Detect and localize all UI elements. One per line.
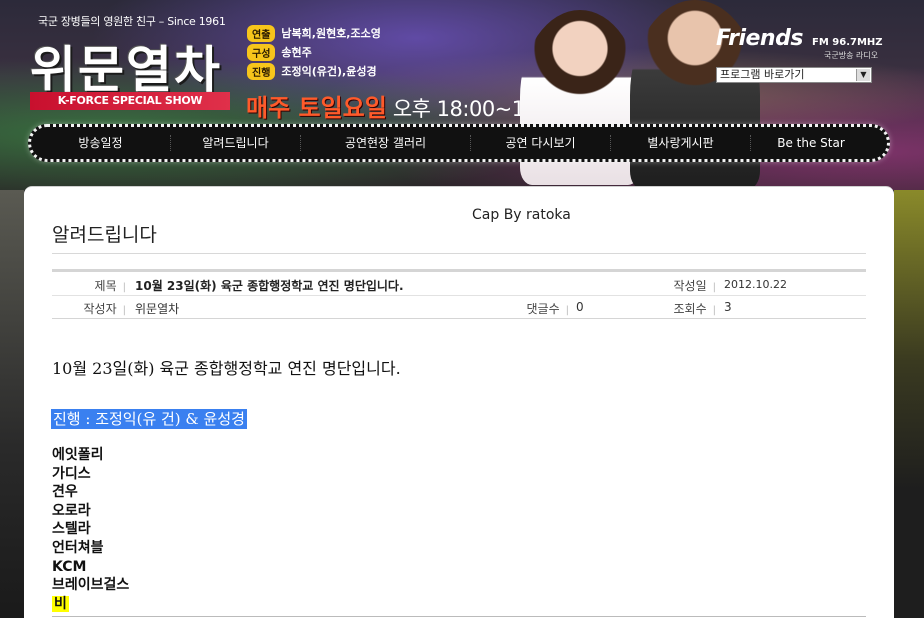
- subject-label: 제목: [80, 277, 126, 294]
- list-item: 오로라: [52, 502, 91, 519]
- divider: [52, 318, 866, 319]
- credit-names: 송현주: [281, 46, 312, 59]
- views-label: 조회수: [660, 300, 716, 317]
- list-item: 가디스: [52, 465, 91, 482]
- credit-names: 남복희,원현호,조소영: [281, 27, 381, 40]
- comments-label: 댓글수: [510, 300, 569, 317]
- nav-item-gallery[interactable]: 공연현장 갤러리: [301, 135, 471, 151]
- credit-role: 구성: [247, 43, 276, 61]
- list-item-highlighted: 비: [52, 595, 129, 614]
- nav-item-schedule[interactable]: 방송일정: [31, 135, 171, 151]
- station-frequency: FM 96.7MHZ: [812, 37, 883, 48]
- list-item: 에잇폴리: [52, 447, 104, 463]
- background-left: [0, 190, 24, 618]
- tagline: 국군 장병들의 영원한 친구 – Since 1961: [38, 15, 226, 28]
- divider: [52, 269, 866, 272]
- station-logo: Friends FM 96.7MHZ 국군방송 라디오: [716, 26, 883, 60]
- highlighted-text: 비: [52, 595, 69, 612]
- background-right: [894, 190, 924, 618]
- program-shortcut-select[interactable]: 프로그램 바로가기 ▼: [716, 67, 872, 83]
- nav-item-board[interactable]: 별사랑게시판: [611, 135, 751, 151]
- credit-director: 연출 남복희,원현호,조소영: [247, 24, 381, 42]
- list-item: 견우: [52, 484, 78, 501]
- credit-writer: 구성 송현주: [247, 43, 312, 61]
- schedule-day: 매주 토일요일: [246, 94, 387, 122]
- credit-names: 조정익(유건),윤성경: [281, 65, 377, 78]
- nav-item-replay[interactable]: 공연 다시보기: [471, 135, 611, 151]
- show-subtitle: K-FORCE SPECIAL SHOW: [30, 92, 230, 110]
- list-item: 언터쳐블: [52, 539, 104, 556]
- post-date: 2012.10.22: [724, 278, 787, 291]
- credit-role: 진행: [247, 62, 276, 80]
- list-item: 브레이브걸스: [52, 577, 130, 594]
- divider: [52, 253, 866, 254]
- content-panel: [24, 186, 894, 618]
- credit-role: 연출: [247, 24, 276, 42]
- post-heading: 10월 23일(화) 육군 종합행정학교 연진 명단입니다.: [52, 359, 401, 378]
- station-subtitle: 국군방송 라디오: [824, 51, 879, 60]
- divider: [52, 295, 866, 296]
- host-line-selected[interactable]: 진행 : 조정익(유 건) & 윤성경: [51, 409, 247, 429]
- main-nav: 방송일정 알려드립니다 공연현장 갤러리 공연 다시보기 별사랑게시판 Be t…: [28, 124, 890, 162]
- nav-item-be-the-star[interactable]: Be the Star: [751, 135, 871, 151]
- author-label: 작성자: [70, 300, 126, 317]
- list-item: 스텔라: [52, 521, 91, 538]
- divider: [52, 616, 866, 617]
- comment-count: 0: [576, 300, 584, 314]
- chevron-down-icon[interactable]: ▼: [856, 69, 870, 81]
- nav-item-notice[interactable]: 알려드립니다: [171, 135, 301, 151]
- program-select-value: 프로그램 바로가기: [720, 68, 805, 81]
- credit-host: 진행 조정익(유건),윤성경: [247, 62, 377, 80]
- page-title: 알려드립니다: [52, 224, 157, 246]
- header-banner: 국군 장병들의 영원한 친구 – Since 1961 위문열차 K-FORCE…: [0, 0, 924, 190]
- post-subject: 10월 23일(화) 육군 종합행정학교 연진 명단입니다.: [135, 279, 404, 293]
- list-item: KCM: [52, 558, 87, 575]
- capture-credit: Cap By ratoka: [472, 207, 571, 223]
- performer-list: 에잇폴리 가디스 견우 오로라 스텔라 언터쳐블 KCM 브레이브걸스 비: [52, 446, 129, 613]
- view-count: 3: [724, 300, 732, 314]
- date-label: 작성일: [660, 277, 716, 294]
- post-author: 위문열차: [135, 302, 180, 316]
- station-name: Friends: [716, 26, 803, 51]
